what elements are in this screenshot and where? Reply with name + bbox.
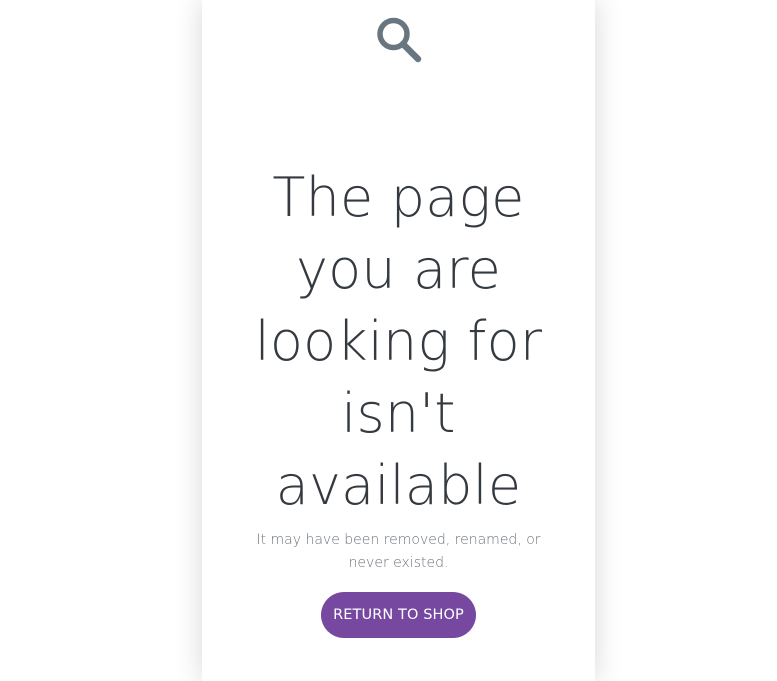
return-to-shop-button[interactable]: RETURN TO SHOP	[321, 592, 476, 638]
page-title-line: looking for	[254, 310, 543, 373]
page-title-line: you are	[295, 238, 502, 301]
page-title: The page you are looking for isn't avail…	[202, 162, 595, 522]
search-icon-wrapper	[202, 14, 595, 64]
page: The page you are looking for isn't avail…	[0, 0, 777, 681]
page-title-line: isn't	[341, 382, 456, 445]
page-title-line: The page	[272, 166, 525, 229]
search-icon	[376, 17, 421, 63]
page-title-line: available	[275, 454, 522, 517]
error-description: It may have been removed, renamed, or ne…	[256, 532, 541, 571]
error-card: The page you are looking for isn't avail…	[202, 0, 595, 681]
